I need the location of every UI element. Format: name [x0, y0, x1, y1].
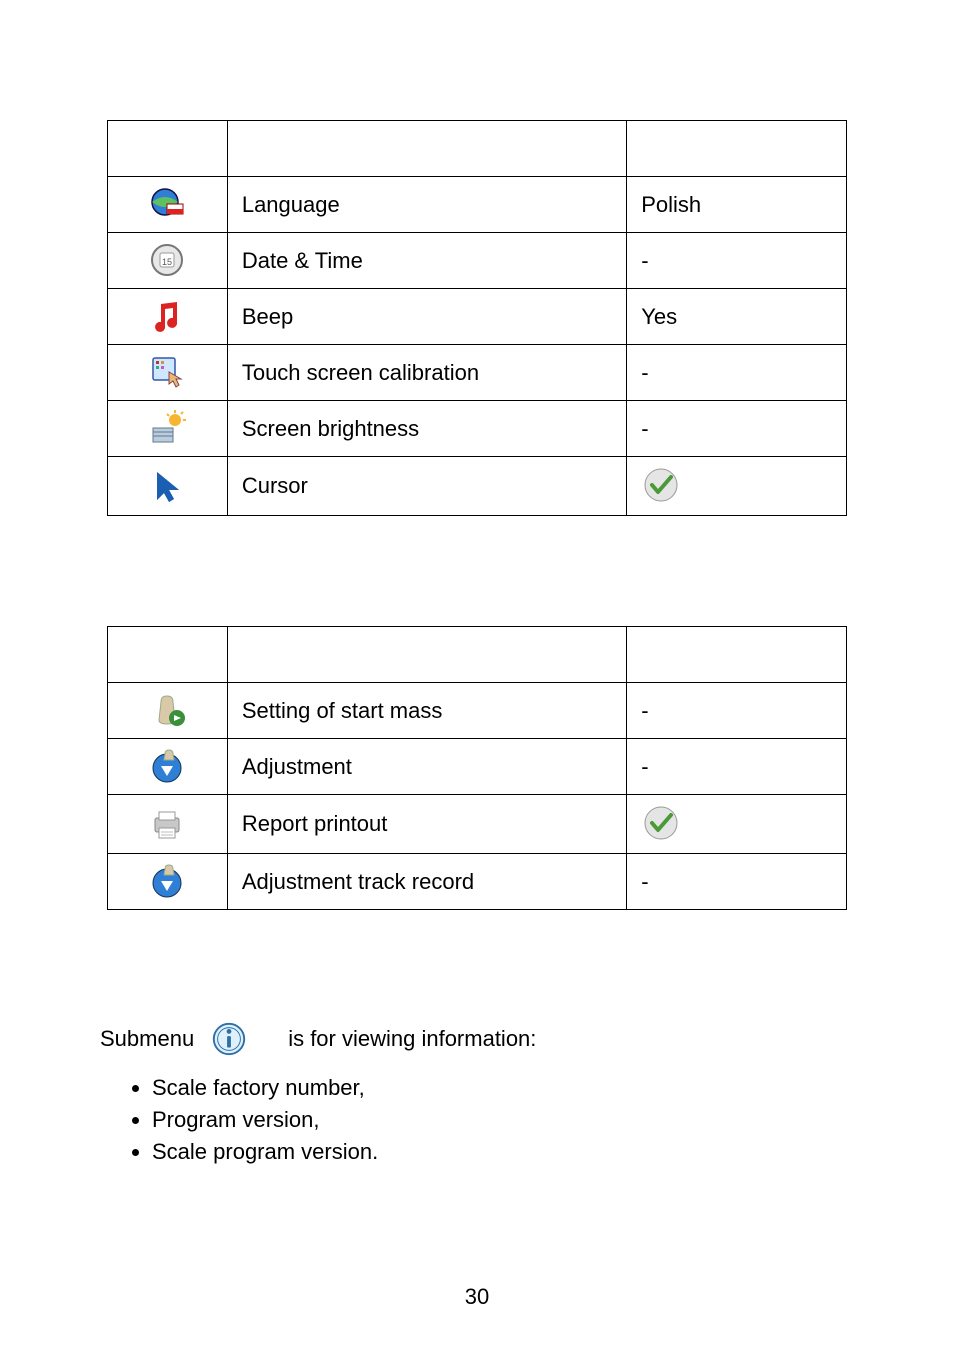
- table-row: Adjustment track record -: [108, 854, 847, 910]
- header-cell: [227, 627, 626, 683]
- touch-screen-icon: [110, 347, 225, 398]
- start-mass-icon: [110, 685, 225, 736]
- checkmark-icon: [641, 800, 832, 846]
- header-cell: [108, 121, 228, 177]
- printer-icon: [110, 797, 225, 851]
- clock-icon: 15: [110, 235, 225, 286]
- table-row: Beep Yes: [108, 289, 847, 345]
- setting-label: Date & Time: [227, 233, 626, 289]
- setting-label: Language: [227, 177, 626, 233]
- setting-value: -: [627, 401, 847, 457]
- info-icon: [202, 1020, 280, 1058]
- track-record-icon: [110, 856, 225, 907]
- setting-value: -: [627, 345, 847, 401]
- setting-value: [627, 457, 847, 516]
- setting-value: -: [627, 233, 847, 289]
- setting-label: Setting of start mass: [227, 683, 626, 739]
- table-row: Adjustment -: [108, 739, 847, 795]
- setting-label: Touch screen calibration: [227, 345, 626, 401]
- header-cell: [108, 627, 228, 683]
- settings-table-2: Setting of start mass - Adjustment - Rep…: [107, 626, 847, 910]
- info-list: Scale factory number, Program version, S…: [100, 1072, 854, 1168]
- table-row: Language Polish: [108, 177, 847, 233]
- setting-value: [627, 795, 847, 854]
- setting-value: Yes: [627, 289, 847, 345]
- settings-table-1: Language Polish 15 Date & Time - Beep Ye…: [107, 120, 847, 516]
- table-row: Report printout: [108, 795, 847, 854]
- setting-label: Cursor: [227, 457, 626, 516]
- setting-value: -: [627, 739, 847, 795]
- svg-text:15: 15: [162, 257, 172, 267]
- setting-value: Polish: [627, 177, 847, 233]
- setting-label: Report printout: [227, 795, 626, 854]
- table-row: 15 Date & Time -: [108, 233, 847, 289]
- header-cell: [627, 627, 847, 683]
- table-header-row: [108, 627, 847, 683]
- submenu-suffix: is for viewing information:: [288, 1026, 536, 1052]
- list-item: Scale factory number,: [152, 1072, 854, 1104]
- music-note-icon: [110, 291, 225, 342]
- checkmark-icon: [641, 462, 832, 508]
- setting-label: Beep: [227, 289, 626, 345]
- page-number: 30: [0, 1284, 954, 1310]
- table-row: Touch screen calibration -: [108, 345, 847, 401]
- table-header-row: [108, 121, 847, 177]
- setting-value: -: [627, 854, 847, 910]
- submenu-prefix: Submenu: [100, 1026, 194, 1052]
- header-cell: [627, 121, 847, 177]
- table-row: Setting of start mass -: [108, 683, 847, 739]
- setting-value: -: [627, 683, 847, 739]
- cursor-arrow-icon: [110, 459, 225, 513]
- submenu-paragraph: Submenu is for viewing information:: [100, 1020, 854, 1058]
- header-cell: [227, 121, 626, 177]
- table-row: Screen brightness -: [108, 401, 847, 457]
- setting-label: Adjustment track record: [227, 854, 626, 910]
- globe-flag-icon: [110, 179, 225, 230]
- setting-label: Adjustment: [227, 739, 626, 795]
- list-item: Scale program version.: [152, 1136, 854, 1168]
- setting-label: Screen brightness: [227, 401, 626, 457]
- table-row: Cursor: [108, 457, 847, 516]
- adjustment-icon: [110, 741, 225, 792]
- list-item: Program version,: [152, 1104, 854, 1136]
- brightness-icon: [110, 403, 225, 454]
